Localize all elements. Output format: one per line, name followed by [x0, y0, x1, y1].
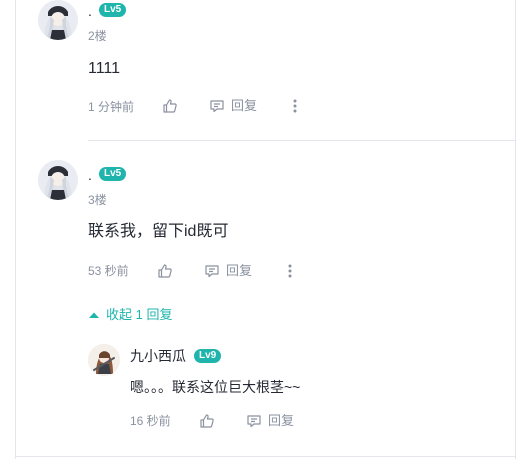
like-icon: [163, 99, 177, 113]
comment-username[interactable]: .: [88, 167, 92, 183]
more-button[interactable]: [287, 97, 303, 115]
comment-floor: 3楼: [88, 193, 107, 207]
reply-label: 回复: [226, 263, 253, 278]
level-badge: Lv9: [194, 349, 222, 363]
like-icon: [200, 414, 214, 428]
comment-content: 联系我，留下id既可: [88, 223, 229, 240]
level-badge: Lv5: [99, 3, 127, 17]
comment-item-2: . Lv5 3楼 联系我，留下id既可 53 秒前 回复 收起 1 回复 九小西…: [0, 141, 516, 456]
comment-icon: [205, 265, 219, 278]
reply-label: 回复: [268, 413, 295, 428]
more-icon: [288, 264, 292, 278]
reply-label: 回复: [231, 98, 258, 113]
comment-username[interactable]: .: [88, 3, 92, 19]
reply-content: 嗯。。。联系这位巨大根茎~~: [130, 379, 301, 395]
reply-time: 16 秒前: [130, 414, 171, 428]
reply-button[interactable]: 回复: [209, 98, 257, 114]
comment-time: 53 秒前: [88, 264, 129, 278]
caret-up-icon: [89, 312, 99, 318]
comment-icon: [210, 100, 224, 113]
reply-item: 九小西瓜 Lv9 嗯。。。联系这位巨大根茎~~ 16 秒前 回复: [88, 341, 508, 441]
user-avatar[interactable]: [38, 0, 78, 40]
avatar-image: [88, 344, 120, 376]
user-avatar[interactable]: [88, 344, 120, 376]
avatar-image: [38, 160, 78, 200]
collapse-replies-label: 收起 1 回复: [106, 307, 173, 322]
collapse-replies-button[interactable]: 收起 1 回复: [88, 307, 172, 323]
more-icon: [293, 99, 297, 113]
avatar-image: [38, 0, 78, 40]
reply-username[interactable]: 九小西瓜: [130, 348, 186, 364]
comment-icon: [247, 415, 261, 428]
comment-content: 1111: [88, 60, 121, 77]
like-button[interactable]: [161, 97, 179, 115]
reply-button[interactable]: 回复: [246, 413, 294, 429]
like-button[interactable]: [156, 262, 174, 280]
panel-bottom-border: [15, 456, 516, 457]
user-avatar[interactable]: [38, 160, 78, 200]
comment-item-1: . Lv5 2楼 1111 1 分钟前 回复: [0, 0, 516, 140]
more-button[interactable]: [282, 262, 298, 280]
comment-floor: 2楼: [88, 29, 107, 43]
like-button[interactable]: [198, 412, 216, 430]
reply-button[interactable]: 回复: [204, 263, 252, 279]
comment-time: 1 分钟前: [88, 100, 135, 114]
like-icon: [158, 264, 172, 278]
level-badge: Lv5: [99, 167, 127, 181]
